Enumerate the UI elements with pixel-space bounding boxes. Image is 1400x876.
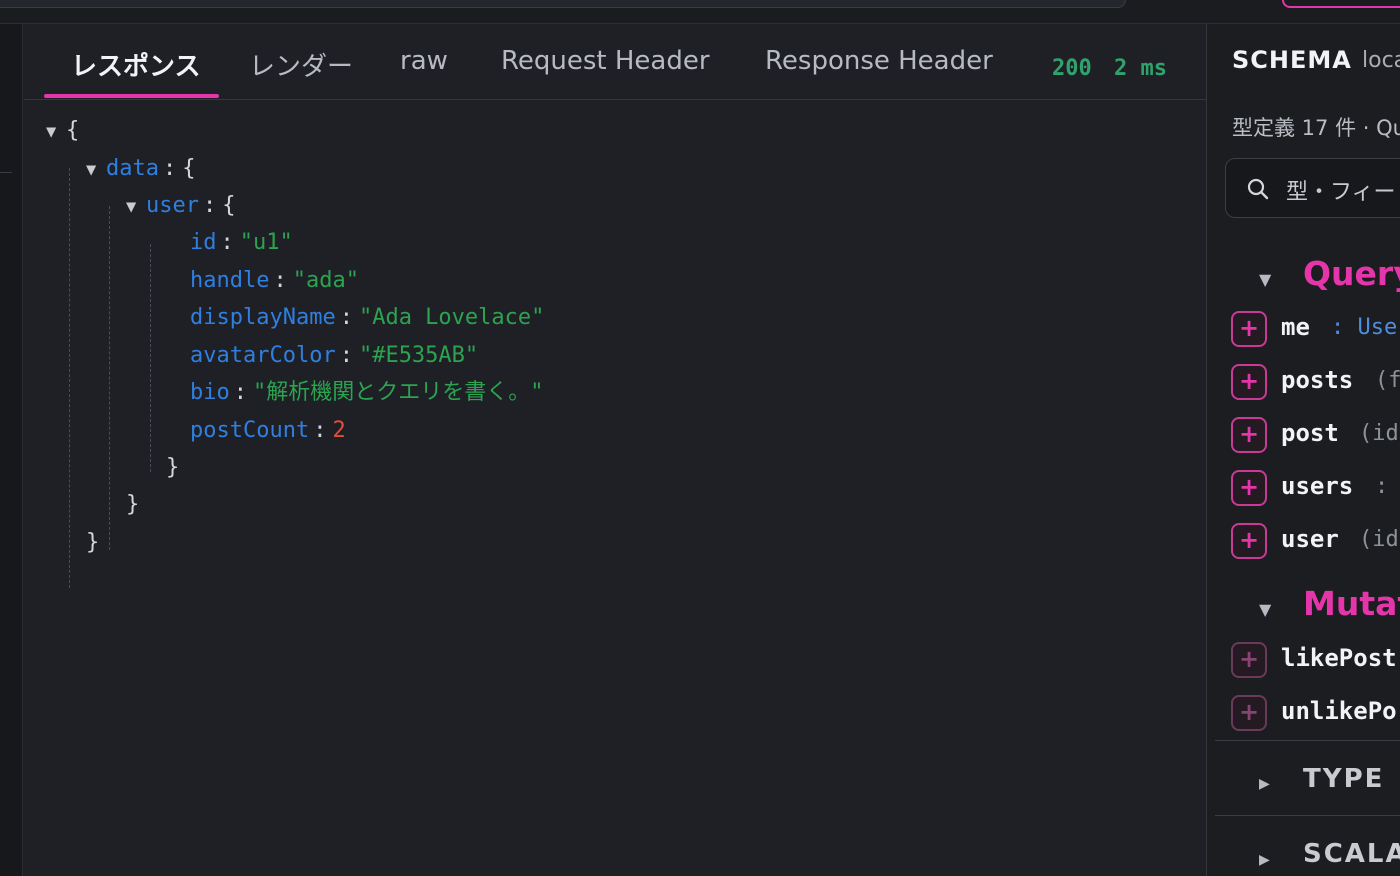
collapse-triangle-icon[interactable]: ▼ bbox=[86, 153, 106, 187]
json-data-line: ▼ data:{ bbox=[86, 152, 195, 186]
field-args: (id bbox=[1359, 421, 1399, 446]
query-section-title[interactable]: Query bbox=[1303, 254, 1400, 293]
add-field-button[interactable]: + bbox=[1231, 523, 1267, 559]
search-icon bbox=[1247, 178, 1269, 200]
endpoint-field[interactable] bbox=[0, 0, 1126, 8]
type-expand-icon[interactable]: ▶ bbox=[1259, 776, 1270, 792]
json-close-brace: } bbox=[126, 492, 140, 517]
add-field-button[interactable]: + bbox=[1231, 695, 1267, 731]
field-name: likePost bbox=[1281, 644, 1397, 672]
response-tabs: レスポンス レンダー raw Request Header Response H… bbox=[24, 24, 1206, 100]
json-key: user bbox=[146, 193, 199, 218]
json-user-line: ▼ user:{ bbox=[126, 189, 235, 223]
add-field-button[interactable]: + bbox=[1231, 642, 1267, 678]
json-string-value: "Ada Lovelace" bbox=[358, 305, 545, 330]
json-string-value: "#E535AB" bbox=[358, 343, 479, 368]
json-key: bio bbox=[190, 380, 230, 405]
tab-response[interactable]: レスポンス bbox=[71, 46, 200, 100]
add-field-button[interactable]: + bbox=[1231, 470, 1267, 506]
add-field-button[interactable]: + bbox=[1231, 311, 1267, 347]
active-tab-indicator bbox=[44, 94, 219, 98]
field-name: me bbox=[1281, 313, 1310, 341]
schema-field-unlikepost[interactable]: + unlikePo bbox=[1231, 695, 1400, 731]
field-name: user bbox=[1281, 525, 1339, 553]
schema-source: loca bbox=[1362, 48, 1400, 73]
schema-field-post[interactable]: + post (id bbox=[1231, 417, 1400, 453]
field-name: posts bbox=[1281, 366, 1354, 394]
collapse-triangle-icon[interactable]: ▼ bbox=[46, 115, 66, 149]
json-key: data bbox=[106, 156, 159, 181]
left-gutter bbox=[0, 24, 23, 876]
search-placeholder: 型・フィー bbox=[1286, 180, 1396, 205]
mutation-expand-icon[interactable]: ▼ bbox=[1259, 600, 1271, 619]
json-number-value: 2 bbox=[332, 418, 346, 443]
field-name: post bbox=[1281, 419, 1339, 447]
json-field-line: bio: "解析機関とクエリを書く。" bbox=[190, 380, 544, 405]
gutter-divider bbox=[0, 172, 12, 173]
json-root-line: ▼{ bbox=[46, 114, 79, 148]
json-viewer: ▼{ ▼ data:{ ▼ user:{ id: "u1" handle: "ada" … bbox=[24, 114, 1206, 874]
field-name: users bbox=[1281, 472, 1354, 500]
section-divider bbox=[1215, 740, 1400, 741]
add-field-button[interactable]: + bbox=[1231, 364, 1267, 400]
json-close-brace: } bbox=[86, 530, 100, 555]
indent-guide bbox=[69, 168, 70, 588]
schema-field-me[interactable]: + me : Use bbox=[1231, 311, 1400, 347]
schema-field-user[interactable]: + user (id bbox=[1231, 523, 1400, 559]
json-key: postCount bbox=[190, 418, 310, 443]
query-expand-icon[interactable]: ▼ bbox=[1259, 270, 1271, 289]
field-type: : Use bbox=[1331, 315, 1398, 340]
field-args: : bbox=[1375, 474, 1389, 499]
schema-field-users[interactable]: + users : bbox=[1231, 470, 1400, 506]
field-args: (id bbox=[1359, 527, 1399, 552]
run-button[interactable] bbox=[1282, 0, 1400, 8]
json-field-line: handle: "ada" bbox=[190, 268, 359, 293]
scalar-section-title[interactable]: SCALA bbox=[1303, 839, 1400, 869]
section-divider bbox=[1215, 815, 1400, 816]
schema-count: 型定義 17 件 · Qu bbox=[1232, 116, 1400, 140]
json-key: id bbox=[190, 230, 217, 255]
json-field-line: id: "u1" bbox=[190, 230, 293, 255]
schema-field-posts[interactable]: + posts (f bbox=[1231, 364, 1400, 400]
json-close-brace: } bbox=[166, 455, 180, 480]
indent-guide bbox=[109, 206, 110, 550]
scalar-expand-icon[interactable]: ▶ bbox=[1259, 852, 1270, 868]
schema-title: SCHEMA bbox=[1232, 46, 1352, 74]
add-field-button[interactable]: + bbox=[1231, 417, 1267, 453]
collapse-triangle-icon[interactable]: ▼ bbox=[126, 190, 146, 224]
type-section-title[interactable]: TYPE bbox=[1303, 764, 1384, 794]
indent-guide bbox=[150, 244, 151, 472]
json-field-line: displayName: "Ada Lovelace" bbox=[190, 305, 545, 330]
field-args: (f bbox=[1375, 368, 1400, 393]
json-field-line: avatarColor: "#E535AB" bbox=[190, 343, 479, 368]
json-key: avatarColor bbox=[190, 343, 336, 368]
tab-raw[interactable]: raw bbox=[400, 46, 448, 100]
json-field-line: postCount:2 bbox=[190, 418, 346, 443]
response-panel: レスポンス レンダー raw Request Header Response H… bbox=[24, 24, 1206, 876]
json-key: handle bbox=[190, 268, 270, 293]
mutation-section-title[interactable]: Mutat bbox=[1303, 584, 1400, 623]
json-key: displayName bbox=[190, 305, 336, 330]
top-toolbar bbox=[0, 0, 1400, 24]
json-string-value: "ada" bbox=[292, 268, 359, 293]
schema-field-likepost[interactable]: + likePost bbox=[1231, 642, 1400, 678]
schema-search-input[interactable]: 型・フィー bbox=[1225, 158, 1400, 218]
json-string-value: "u1" bbox=[239, 230, 293, 255]
schema-panel: SCHEMA loca 型定義 17 件 · Qu 型・フィー ▼ Query … bbox=[1206, 24, 1400, 876]
json-string-value: "解析機関とクエリを書く。" bbox=[253, 380, 544, 405]
tab-render[interactable]: レンダー bbox=[249, 46, 353, 100]
field-name: unlikePo bbox=[1281, 697, 1397, 725]
tab-request-header[interactable]: Request Header bbox=[501, 46, 710, 100]
status-code: 200 bbox=[1052, 56, 1092, 81]
tab-response-header[interactable]: Response Header bbox=[765, 46, 993, 100]
response-time: 2 ms bbox=[1114, 56, 1167, 81]
